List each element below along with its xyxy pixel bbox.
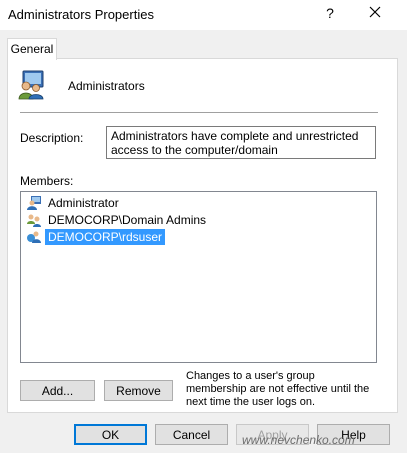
add-button[interactable]: Add... bbox=[20, 380, 95, 401]
tab-general[interactable]: General bbox=[7, 38, 57, 60]
domain-group-icon bbox=[27, 214, 41, 227]
member-name: DEMOCORP\rdsuser bbox=[45, 229, 166, 245]
description-field[interactable]: Administrators have complete and unrestr… bbox=[106, 126, 376, 159]
member-name: DEMOCORP\Domain Admins bbox=[48, 213, 207, 227]
remove-button[interactable]: Remove bbox=[104, 380, 173, 401]
separator bbox=[20, 112, 378, 113]
close-button[interactable] bbox=[366, 3, 384, 21]
window-title: Administrators Properties bbox=[8, 7, 154, 22]
member-name: Administrator bbox=[48, 196, 119, 210]
members-label: Members: bbox=[20, 174, 74, 188]
close-icon bbox=[369, 6, 381, 18]
cancel-button[interactable]: Cancel bbox=[155, 424, 228, 445]
list-item-rdsuser[interactable]: DEMOCORP\rdsuser bbox=[26, 228, 166, 246]
title-bar: Administrators Properties ? bbox=[0, 0, 407, 30]
description-label: Description: bbox=[20, 131, 84, 145]
list-item-administrator[interactable]: Administrator bbox=[26, 194, 122, 212]
members-listbox[interactable]: Administrator DEMOCORP\Domain Admins DEM… bbox=[20, 191, 377, 363]
help-title-button[interactable]: ? bbox=[322, 5, 338, 21]
group-name: Administrators bbox=[68, 79, 145, 93]
ok-button[interactable]: OK bbox=[74, 424, 147, 445]
watermark: www.nevchenko.com bbox=[242, 433, 355, 447]
group-users-icon bbox=[18, 70, 44, 100]
list-item-domain-admins[interactable]: DEMOCORP\Domain Admins bbox=[26, 211, 209, 229]
domain-user-icon bbox=[27, 231, 41, 243]
membership-note: Changes to a user's group membership are… bbox=[186, 370, 370, 408]
user-icon bbox=[27, 196, 41, 210]
